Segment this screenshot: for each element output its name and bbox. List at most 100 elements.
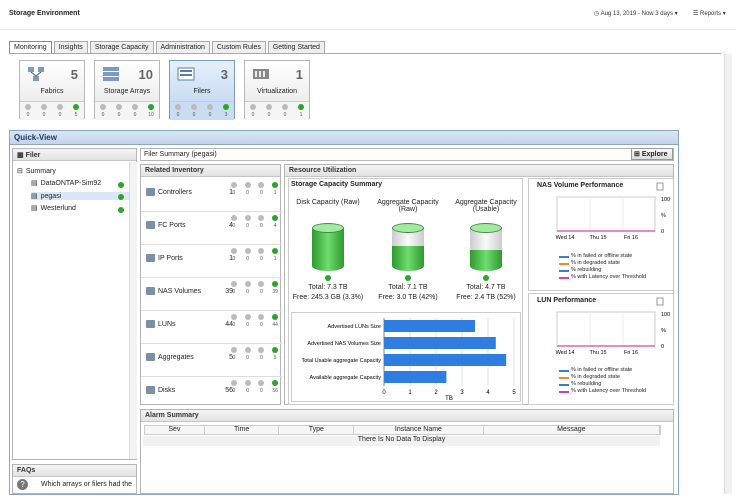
stat-value: 0 [232,388,236,394]
x-tick-label: Fri 16 [624,235,638,241]
tab-storage-capacity[interactable]: Storage Capacity [89,41,154,53]
tab-custom-rules[interactable]: Custom Rules [211,41,266,53]
faq-question[interactable]: Which arrays or filers had the [41,481,132,488]
stat-value: 0 [259,322,263,328]
inventory-name: Controllers [158,189,192,196]
inventory-row[interactable]: LUNs 44 0 0 0 44 [141,310,282,344]
warning-icon [244,182,251,188]
minor-icon [282,104,288,110]
tab-getting-started[interactable]: Getting Started [267,41,325,53]
alarm-summary-panel: Alarm Summary Sev Time Type Instance Nam… [140,409,674,494]
nav-scrollbar[interactable] [129,162,137,459]
minor-icon [207,104,213,110]
stat-value: 4 [273,223,277,229]
legend-swatch [559,269,569,272]
tile-storage-arrays[interactable]: 10 Storage Arrays 0 0 0 10 [94,60,160,120]
tile-filers[interactable]: 3 Filers 0 0 0 3 [169,60,235,120]
stat-value: 0 [259,190,263,196]
x-tick-label: 5 [512,390,516,396]
legend-entry: % in degraded state [559,374,646,381]
tile-label: Filers [193,88,211,95]
tab-administration[interactable]: Administration [155,41,210,53]
date-range-label: Aug 13, 2019 - Now 3 days [600,11,673,17]
category-label: Advertised LUNs Size [328,324,382,330]
legend-entry: % with Latency over Threshold [559,274,646,281]
inventory-icon [146,386,155,394]
explore-button[interactable]: ⊞ Explore [631,148,673,160]
col-time[interactable]: Time [205,426,280,434]
inventory-stat: 0 [244,347,251,361]
inventory-row[interactable]: FC Ports 4 0 0 0 4 [141,211,282,245]
col-instance-name[interactable]: Instance Name [354,426,484,434]
tab-insights[interactable]: Insights [53,41,88,53]
warning-icon [244,347,251,353]
stat-value: 44 [272,322,278,328]
nav-title: Filer [25,152,41,159]
inventory-name: NAS Volumes [158,288,202,295]
reports-label: Reports [700,11,722,17]
tile-label: Virtualization [257,88,297,95]
inventory-stat: 0 [258,281,265,295]
tab-divider [9,53,721,54]
cylinder-free-text: Free: 2.4 TB (52%) [456,294,516,301]
inventory-row[interactable]: Controllers 1 0 0 0 1 [141,178,282,212]
capacity-cylinder [470,223,502,271]
inventory-stat: 0 [230,248,237,262]
stat-value: 0 [246,256,250,262]
warning-stat: 0 [116,104,122,120]
tree-item-pegasi[interactable]: ▤ pegasi [31,192,131,200]
bar [384,320,475,332]
stat-value: 1 [273,256,277,262]
warning-icon [41,104,47,110]
inventory-row[interactable]: Disks 56 0 0 0 56 [141,376,282,410]
legend-label: % in failed or offline state [571,253,633,259]
legend-swatch [559,255,569,258]
tile-fabrics[interactable]: 5 Fabrics 0 0 0 5 [19,60,85,120]
chart-menu-icon[interactable] [656,182,664,191]
tree-label: Summary [25,167,56,175]
col-sev[interactable]: Sev [145,426,205,434]
ok-icon [223,104,229,110]
tree-summary[interactable]: ⊟ Summary [17,167,56,176]
col-type[interactable]: Type [279,426,355,434]
page-scrollbar[interactable] [724,54,732,494]
stat-value: 0 [283,112,287,118]
bar [384,337,496,349]
cylinder-title: Aggregate Capacity (Usable) [455,199,517,213]
inventory-stat: 44 [272,314,279,328]
category-label: Total Usable aggregate Capacity [302,358,382,364]
stat-value: 0 [259,289,263,295]
stat-value: 39 [272,289,278,295]
warning-icon [191,104,197,110]
critical-stat: 0 [250,104,256,120]
tree-item-dataontap-sim92[interactable]: ▤ DataONTAP-Sim92 [31,179,101,188]
alarm-table-header: Sev Time Type Instance Name Message [144,425,661,435]
category-label: Available aggregate Capacity [310,375,382,381]
inventory-icon [146,221,155,229]
ok-stat: 1 [298,104,304,120]
tile-virtualization[interactable]: 1 Virtualization 0 0 0 1 [244,60,310,120]
alarm-empty-message: There Is No Data To Display [143,436,660,446]
chart-menu-icon[interactable] [656,297,664,306]
date-range-selector[interactable]: ◷ Aug 13, 2019 - Now 3 days ▾ [594,10,678,17]
minor-icon [258,380,265,386]
minor-stat: 0 [207,104,213,120]
ok-icon [272,314,279,320]
inventory-row[interactable]: IP Ports 1 0 0 0 1 [141,244,282,278]
critical-icon [230,314,237,320]
tile-count: 3 [220,67,228,82]
ok-icon [325,275,331,281]
tree-item-westerlund[interactable]: ▤ Westerlund [31,204,76,213]
cylinder-free-text: Free: 245.3 GB (3.3%) [292,294,364,301]
legend-label: % with Latency over Threshold [571,274,647,280]
inventory-row[interactable]: Aggregates 5 0 0 0 5 [141,343,282,377]
col-message[interactable]: Message [484,426,660,434]
warning-stat: 0 [191,104,197,120]
legend-label: % in degraded state [571,260,620,266]
stat-value: 3 [224,112,228,118]
reports-menu[interactable]: ☰ Reports ▾ [693,10,726,17]
critical-icon [250,104,256,110]
tile-stats: 0 0 0 10 [95,101,159,120]
inventory-icon [146,320,155,328]
inventory-row[interactable]: NAS Volumes 39 0 0 0 39 [141,277,282,311]
